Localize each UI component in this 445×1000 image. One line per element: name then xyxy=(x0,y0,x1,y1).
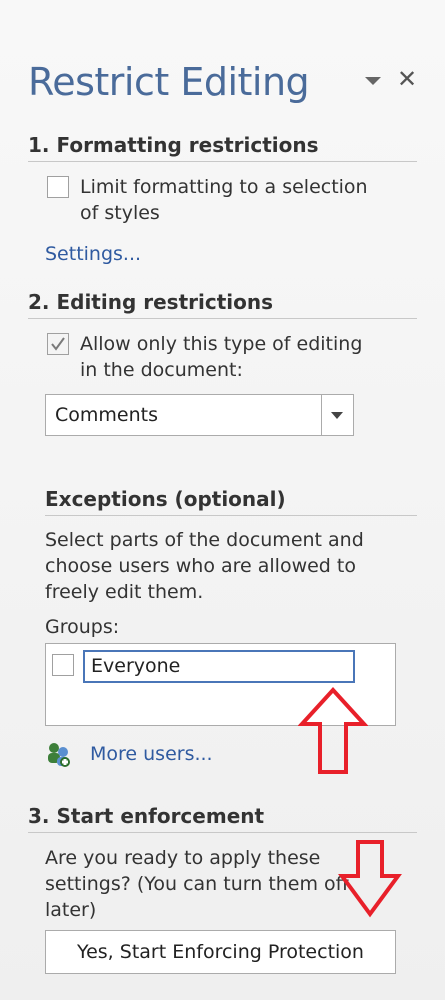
editing-type-value: Comments xyxy=(55,404,158,426)
exceptions-heading: Exceptions (optional) xyxy=(45,487,286,511)
everyone-checkbox[interactable] xyxy=(52,654,74,676)
section-divider xyxy=(28,832,417,833)
limit-formatting-label-line2: of styles xyxy=(80,202,160,224)
enforcement-description-line2: settings? (You can turn them off xyxy=(45,873,349,895)
allow-editing-checkbox[interactable] xyxy=(47,333,69,355)
pane-title: Restrict Editing xyxy=(28,60,310,104)
start-enforcing-protection-button[interactable]: Yes, Start Enforcing Protection xyxy=(45,930,396,974)
formatting-restrictions-heading: 1. Formatting restrictions xyxy=(28,133,319,157)
allow-editing-label-line2: in the document: xyxy=(80,359,243,381)
section-divider xyxy=(28,161,417,162)
editing-type-dropdown[interactable]: Comments xyxy=(45,394,354,436)
chevron-down-icon[interactable] xyxy=(321,395,353,435)
enforcement-description-line1: Are you ready to apply these xyxy=(45,847,321,869)
restrict-editing-pane: Restrict Editing ✕ 1. Formatting restric… xyxy=(0,0,445,1000)
editing-restrictions-heading: 2. Editing restrictions xyxy=(28,290,274,314)
red-up-arrow-icon xyxy=(298,687,368,774)
more-users-link[interactable]: More users... xyxy=(90,743,213,765)
checkmark-icon xyxy=(51,337,65,351)
exceptions-description-line1: Select parts of the document and xyxy=(45,529,364,551)
users-icon xyxy=(45,740,73,768)
close-icon[interactable]: ✕ xyxy=(394,66,420,92)
red-down-arrow-icon xyxy=(338,840,402,918)
start-enforcement-heading: 3. Start enforcement xyxy=(28,804,265,828)
section-divider xyxy=(45,515,417,516)
limit-formatting-checkbox[interactable] xyxy=(47,176,69,198)
section-divider xyxy=(28,318,417,319)
enforcement-description-line3: later) xyxy=(45,899,97,921)
allow-editing-label-line1: Allow only this type of editing xyxy=(80,333,363,355)
exceptions-description-line3: freely edit them. xyxy=(45,581,204,603)
groups-label: Groups: xyxy=(45,616,120,638)
dropdown-triangle-icon[interactable] xyxy=(362,72,384,90)
settings-link[interactable]: Settings... xyxy=(45,243,141,265)
exceptions-description-line2: choose users who are allowed to xyxy=(45,555,356,577)
limit-formatting-label-line1: Limit formatting to a selection xyxy=(80,176,368,198)
everyone-group-item[interactable]: Everyone xyxy=(83,650,355,683)
